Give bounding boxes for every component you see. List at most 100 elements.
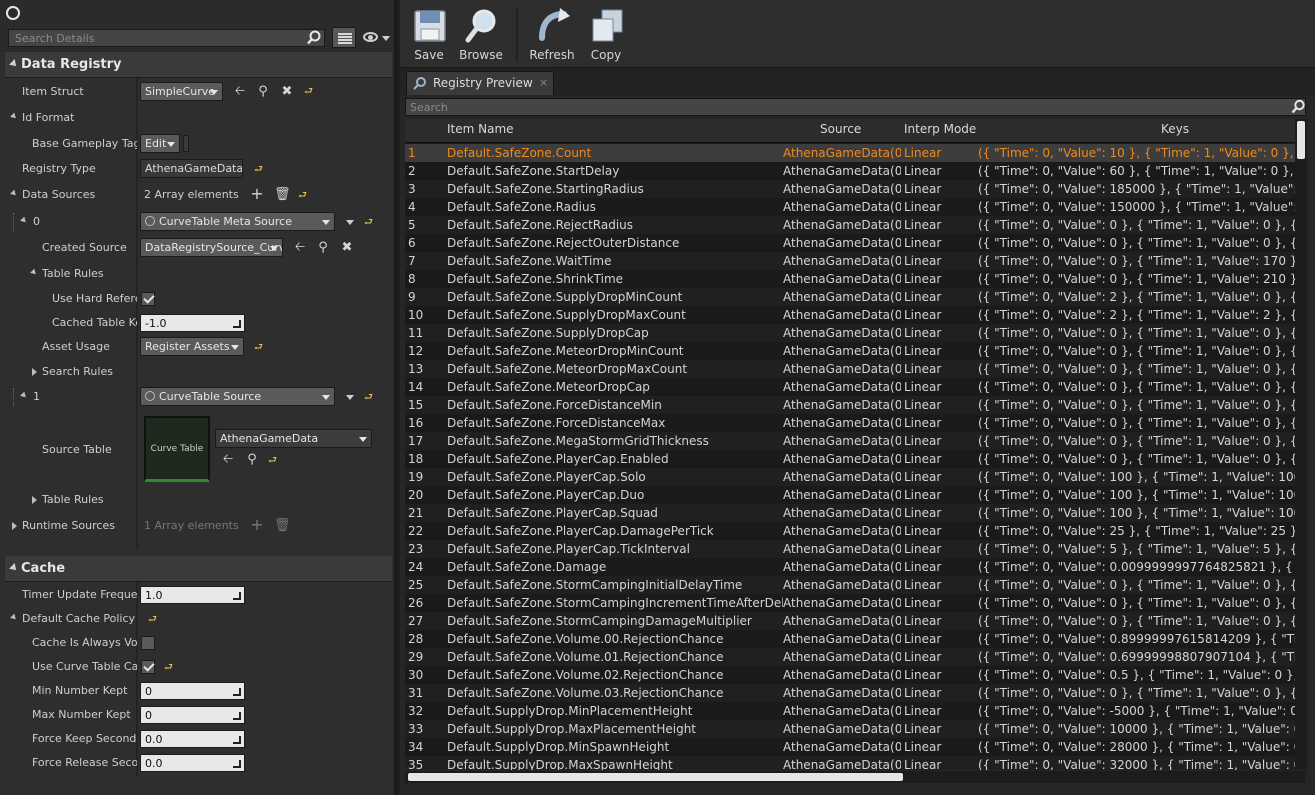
table-row[interactable]: 26 Default.SafeZone.StormCampingIncrement…	[405, 594, 1295, 612]
use-selected-arrow-icon[interactable]: 🡠	[221, 453, 235, 467]
expand-arrow-icon[interactable]	[20, 216, 28, 225]
browse-search-icon[interactable]: ⚲	[245, 453, 259, 467]
min-kept-input[interactable]: 0	[140, 682, 245, 700]
always-volatile-checkbox[interactable]	[141, 636, 155, 650]
drag-handle[interactable]	[13, 388, 14, 406]
horizontal-scrollbar[interactable]	[405, 771, 1305, 783]
table-row[interactable]: 22 Default.SafeZone.PlayerCap.DamagePerTi…	[405, 522, 1295, 540]
drag-handle[interactable]	[13, 213, 14, 231]
array-options-icon[interactable]	[346, 220, 354, 225]
tab-registry-preview[interactable]: Registry Preview ×	[406, 71, 554, 95]
registry-type-input[interactable]: AthenaGameData	[140, 159, 243, 178]
force-keep-input[interactable]: 0.0	[140, 730, 245, 748]
reset-to-default-icon[interactable]: ⮐	[304, 87, 313, 97]
expand-arrow-icon[interactable]	[32, 496, 37, 504]
view-options-button[interactable]	[361, 29, 391, 47]
force-release-input[interactable]: 0.0	[140, 754, 245, 772]
section-data-registry[interactable]: Data Registry	[5, 52, 392, 78]
table-row[interactable]: 32 Default.SupplyDrop.MinPlacementHeight A…	[405, 702, 1295, 720]
reset-to-default-icon[interactable]: ⮐	[364, 393, 373, 403]
table-row[interactable]: 1 Default.SafeZone.Count AthenaGameData(0)…	[405, 144, 1295, 162]
table-row[interactable]: 11 Default.SafeZone.SupplyDropCap AthenaGa…	[405, 324, 1295, 342]
use-selected-arrow-icon[interactable]: 🡠	[293, 241, 307, 255]
expand-arrow-icon[interactable]	[20, 391, 28, 400]
reset-to-default-icon[interactable]: ⮐	[364, 218, 373, 228]
table-row[interactable]: 6 Default.SafeZone.RejectOuterDistance Ath…	[405, 234, 1295, 252]
copy-button[interactable]: Copy	[579, 6, 633, 64]
curve-table-thumbnail[interactable]: Curve Table	[144, 416, 210, 482]
edit-tags-button[interactable]: Edit	[140, 134, 180, 153]
asset-usage-combo[interactable]: Register Assets	[140, 337, 244, 356]
column-keys[interactable]: Keys	[1161, 122, 1189, 136]
use-hard-reference-checkbox[interactable]	[141, 292, 155, 306]
clear-icon[interactable]: ✖	[280, 85, 294, 99]
preview-search-input[interactable]: Search	[405, 98, 1306, 116]
item-struct-combo[interactable]: SimpleCurve	[140, 82, 223, 101]
vertical-scrollbar[interactable]	[1295, 119, 1307, 770]
table-row[interactable]: 25 Default.SafeZone.StormCampingInitialDe…	[405, 576, 1295, 594]
column-source[interactable]: Source	[820, 122, 861, 136]
table-row[interactable]: 23 Default.SafeZone.PlayerCap.TickInterva…	[405, 540, 1295, 558]
source-table-combo[interactable]: AthenaGameData	[215, 429, 372, 448]
use-selected-arrow-icon[interactable]: 🡠	[233, 85, 247, 99]
close-icon[interactable]: ×	[539, 76, 548, 89]
add-element-icon[interactable]: +	[250, 186, 264, 202]
reset-to-default-icon[interactable]: ⮐	[268, 456, 277, 466]
table-row[interactable]: 3 Default.SafeZone.StartingRadius AthenaGa…	[405, 180, 1295, 198]
property-matrix-button[interactable]	[332, 27, 356, 48]
add-element-icon[interactable]: +	[250, 517, 264, 533]
details-search-input[interactable]: Search Details	[8, 29, 325, 47]
max-kept-input[interactable]: 0	[140, 706, 245, 724]
table-row[interactable]: 14 Default.SafeZone.MeteorDropCap AthenaGa…	[405, 378, 1295, 396]
table-row[interactable]: 35 Default.SupplyDrop.MaxSpawnHeight Athen…	[405, 756, 1295, 770]
timer-update-input[interactable]: 1.0	[140, 586, 245, 604]
table-row[interactable]: 12 Default.SafeZone.MeteorDropMinCount Ath…	[405, 342, 1295, 360]
row-table-rules[interactable]: Table Rules	[5, 262, 392, 286]
browse-search-icon[interactable]: ⚲	[256, 85, 270, 99]
search-icon[interactable]	[1290, 99, 1306, 115]
table-row[interactable]: 8 Default.SafeZone.ShrinkTime AthenaGameDa…	[405, 270, 1295, 288]
column-item-name[interactable]: Item Name	[447, 122, 514, 136]
scroll-thumb[interactable]	[408, 773, 903, 781]
source-0-class-combo[interactable]: CurveTable Meta Source	[140, 212, 335, 231]
table-row[interactable]: 9 Default.SafeZone.SupplyDropMinCount Athe…	[405, 288, 1295, 306]
table-row[interactable]: 10 Default.SafeZone.SupplyDropMaxCount Ath…	[405, 306, 1295, 324]
table-row[interactable]: 4 Default.SafeZone.Radius AthenaGameData(0…	[405, 198, 1295, 216]
save-button[interactable]: Save	[402, 6, 456, 64]
expand-arrow-icon[interactable]	[12, 522, 17, 530]
trash-icon[interactable]: 🗑	[274, 519, 291, 533]
table-row[interactable]: 31 Default.SafeZone.Volume.03.RejectionCh…	[405, 684, 1295, 702]
row-search-rules[interactable]: Search Rules	[5, 360, 392, 384]
table-row[interactable]: 21 Default.SafeZone.PlayerCap.Squad Athena…	[405, 504, 1295, 522]
source-1-class-combo[interactable]: CurveTable Source	[140, 387, 335, 406]
table-row[interactable]: 27 Default.SafeZone.StormCampingDamageMul…	[405, 612, 1295, 630]
column-interp-mode[interactable]: Interp Mode	[904, 122, 976, 136]
expand-arrow-icon[interactable]	[30, 268, 38, 277]
created-source-combo[interactable]: DataRegistrySource_Curve	[140, 238, 283, 257]
table-row[interactable]: 33 Default.SupplyDrop.MaxPlacementHeight A…	[405, 720, 1295, 738]
table-row[interactable]: 17 Default.SafeZone.MegaStormGridThicknes…	[405, 432, 1295, 450]
table-row[interactable]: 20 Default.SafeZone.PlayerCap.Duo AthenaGa…	[405, 486, 1295, 504]
array-options-icon[interactable]	[346, 395, 354, 400]
browse-search-icon[interactable]: ⚲	[316, 241, 330, 255]
reset-to-default-icon[interactable]: ⮐	[254, 343, 263, 353]
table-row[interactable]: 29 Default.SafeZone.Volume.01.RejectionCh…	[405, 648, 1295, 666]
browse-button[interactable]: Browse	[454, 6, 508, 64]
reset-to-default-icon[interactable]: ⮐	[148, 615, 157, 625]
table-row[interactable]: 15 Default.SafeZone.ForceDistanceMin Athen…	[405, 396, 1295, 414]
expand-arrow-icon[interactable]	[10, 112, 18, 121]
section-cache[interactable]: Cache	[5, 556, 392, 582]
table-row[interactable]: 24 Default.SafeZone.Damage AthenaGameData(…	[405, 558, 1295, 576]
table-row[interactable]: 19 Default.SafeZone.PlayerCap.Solo AthenaG…	[405, 468, 1295, 486]
table-row[interactable]: 30 Default.SafeZone.Volume.02.RejectionCh…	[405, 666, 1295, 684]
table-row[interactable]: 7 Default.SafeZone.WaitTime AthenaGameData…	[405, 252, 1295, 270]
table-row[interactable]: 34 Default.SupplyDrop.MinSpawnHeight Athen…	[405, 738, 1295, 756]
tag-list-box[interactable]	[183, 135, 189, 152]
expand-arrow-icon[interactable]	[10, 189, 18, 198]
trash-icon[interactable]: 🗑	[274, 188, 291, 202]
use-curve-cache-checkbox[interactable]	[141, 660, 155, 674]
table-row[interactable]: 18 Default.SafeZone.PlayerCap.Enabled Athe…	[405, 450, 1295, 468]
row-id-format[interactable]: Id Format	[5, 106, 392, 130]
refresh-button[interactable]: Refresh	[525, 6, 579, 64]
table-row[interactable]: 28 Default.SafeZone.Volume.00.RejectionCh…	[405, 630, 1295, 648]
